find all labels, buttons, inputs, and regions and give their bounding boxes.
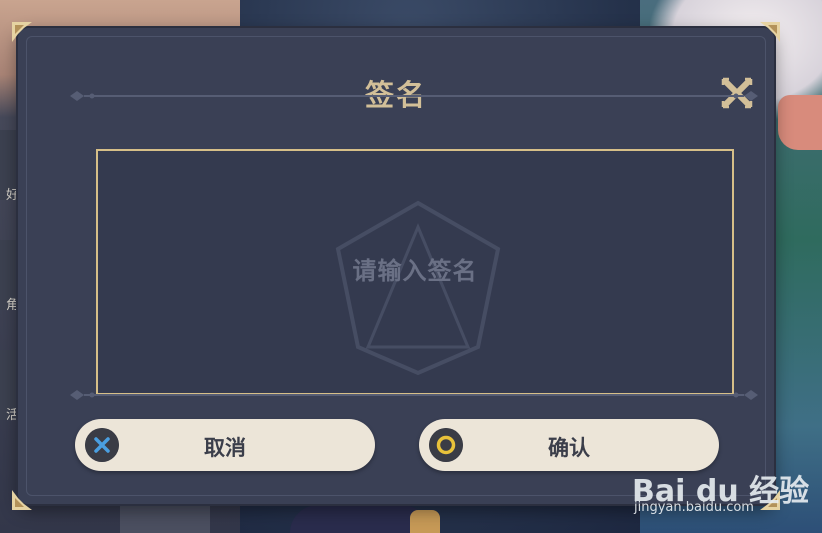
corner-ornament-icon [12,490,32,510]
cancel-button[interactable]: 取消 [75,419,375,471]
confirm-button[interactable]: 确认 [419,419,719,471]
bottom-character [290,505,430,533]
bottom-panel [120,500,210,533]
emblem-watermark-icon [335,200,501,376]
baidu-jingyan-watermark: Bai du 经验 jingyan.baidu.com [628,466,818,530]
character-ribbon [778,95,822,150]
divider-ornament [70,91,758,101]
cancel-button-label: 取消 [204,436,246,460]
divider-ornament [70,390,758,400]
confirm-button-label: 确认 [548,436,590,460]
corner-ornament-icon [12,22,32,42]
watermark-url: jingyan.baidu.com [634,500,754,515]
signature-placeholder: 请输入签名 [352,257,478,285]
signature-input[interactable]: 请输入签名 [96,149,734,395]
bottom-character-accent [410,510,440,533]
corner-ornament-icon [760,22,780,42]
